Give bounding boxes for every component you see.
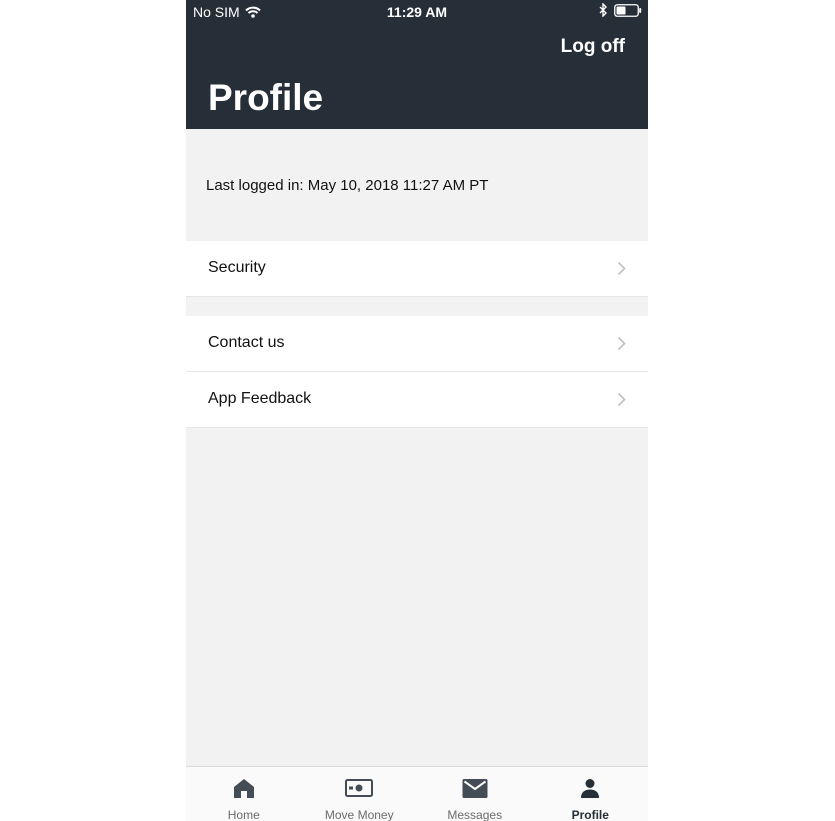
status-time: 11:29 AM [386,4,448,20]
list-item-label: App Feedback [208,390,312,407]
list-item-label: Contact us [208,334,285,351]
tab-label: Profile [571,808,609,821]
person-icon [581,779,600,798]
phone-screen: No SIM 11:29 AM Log off Profile Last log… [186,0,648,821]
tab-move-money[interactable]: Move Money [302,767,418,821]
envelope-icon [462,778,488,798]
tab-label: Move Money [324,808,394,821]
tab-label: Messages [447,808,503,821]
page-title: Profile [208,77,324,118]
log-off-button[interactable]: Log off [561,36,625,58]
support-section: Contact us App Feedback [186,316,648,428]
security-section: Security [186,241,648,297]
bluetooth-icon [599,3,607,17]
battery-icon [614,3,642,17]
tab-bar: Home Move Money Messages Profile [186,766,648,821]
status-bar: No SIM 11:29 AM [186,0,648,24]
chevron-right-icon [617,336,626,351]
tab-messages[interactable]: Messages [417,767,533,821]
tab-profile[interactable]: Profile [533,767,649,821]
chevron-right-icon [617,261,626,276]
list-item-security[interactable]: Security [186,241,648,297]
header: No SIM 11:29 AM Log off Profile [186,0,648,129]
last-login-text: Last logged in: May 10, 2018 11:27 AM PT [206,177,489,194]
list-item-app-feedback[interactable]: App Feedback [186,372,648,428]
tab-label: Home [227,808,260,821]
status-right [599,3,642,17]
list-item-label: Security [208,259,266,276]
money-icon [345,779,374,797]
chevron-right-icon [617,392,626,407]
home-icon [233,778,254,798]
tab-home[interactable]: Home [186,767,302,821]
list-item-contact-us[interactable]: Contact us [186,316,648,372]
